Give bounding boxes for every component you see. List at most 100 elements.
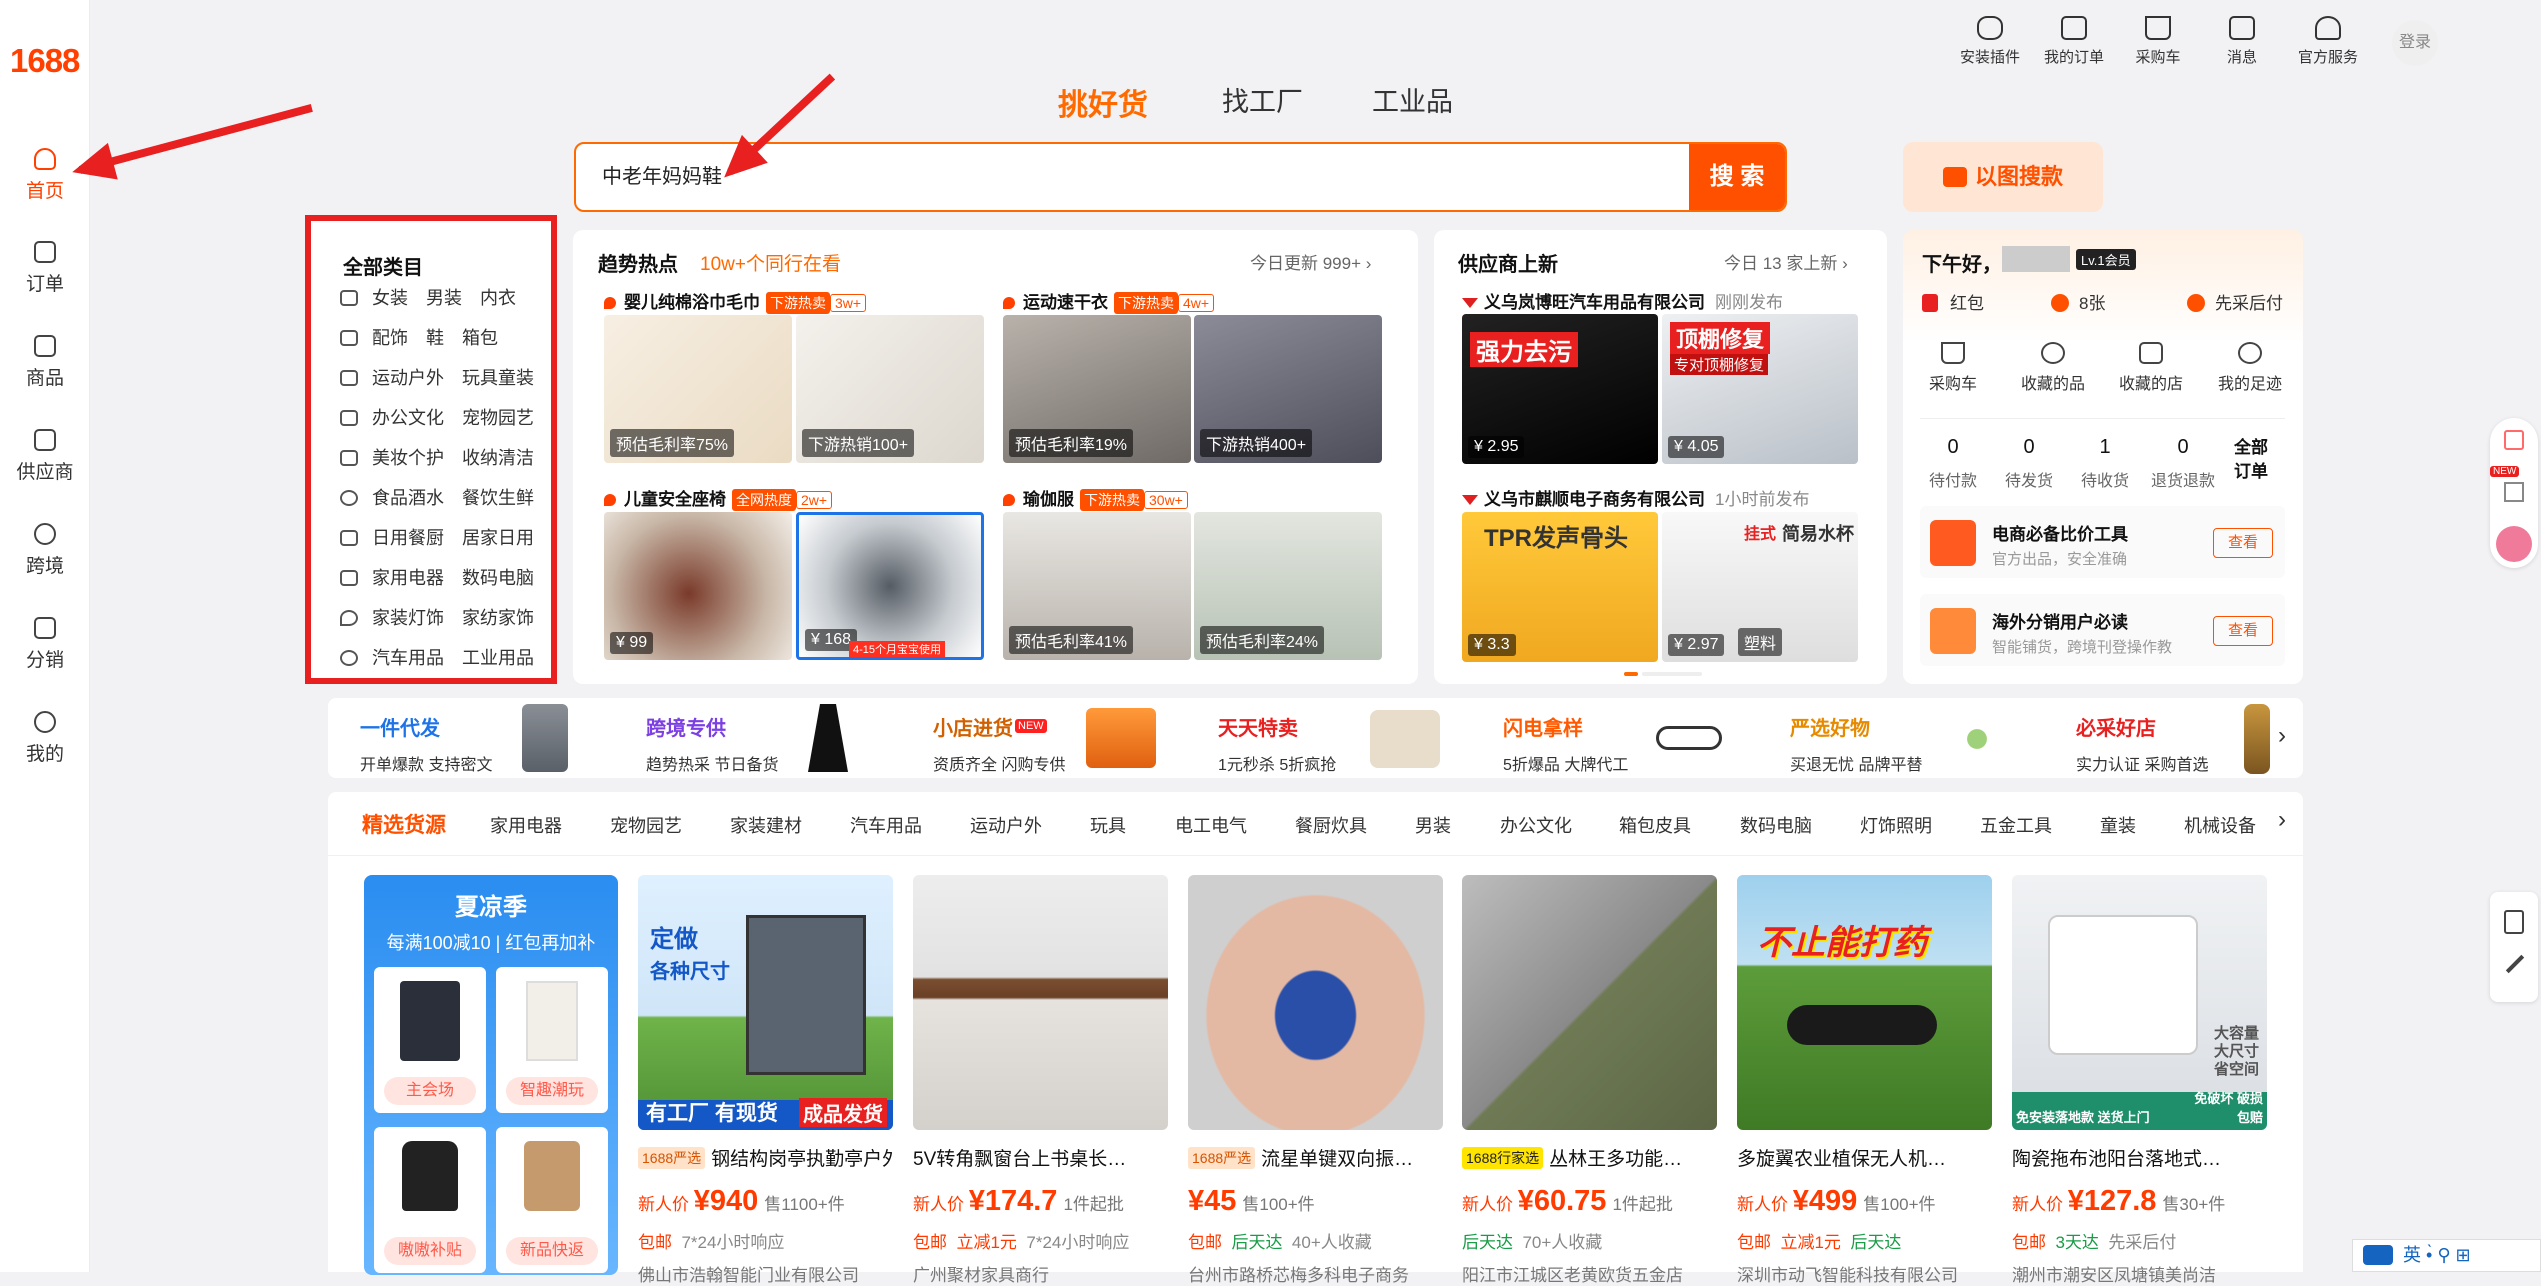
- cat-tab[interactable]: 办公文化: [1500, 812, 1572, 838]
- trending-update-link[interactable]: 今日更新 999+ ›: [1250, 249, 1371, 274]
- sidebar-item-orders[interactable]: 订单: [0, 241, 90, 296]
- promo-shop-restock[interactable]: 小店进货 NEW 资质齐全 闪购专供: [933, 712, 1065, 775]
- suppliers-more-link[interactable]: 今日 13 家上新 ›: [1724, 249, 1848, 274]
- sidebar-item-mine[interactable]: 我的: [0, 711, 90, 766]
- tab-industrial[interactable]: 工业品: [1372, 80, 1453, 119]
- summer-subcard[interactable]: 嗷嗷补贴: [374, 1127, 486, 1273]
- red-packet-link[interactable]: 红包: [1922, 289, 1984, 314]
- tab-pick-goods[interactable]: 挑好货: [1058, 80, 1148, 124]
- sidebar-item-suppliers[interactable]: 供应商: [0, 429, 90, 484]
- product-image[interactable]: TPR发声骨头 ¥ 3.3: [1462, 512, 1658, 662]
- messages-button[interactable]: 消息: [2202, 16, 2282, 67]
- cat-tab[interactable]: 电工电气: [1175, 812, 1247, 838]
- category-link[interactable]: 鞋: [426, 328, 444, 348]
- product-image[interactable]: 强力去污 ¥ 2.95: [1462, 314, 1658, 464]
- category-link[interactable]: 运动户外: [372, 368, 444, 388]
- promo-dropship[interactable]: 一件代发 开单爆款 支持密文: [360, 712, 492, 775]
- category-link[interactable]: 汽车用品: [372, 648, 444, 668]
- summer-subcard[interactable]: 智趣潮玩: [496, 967, 608, 1113]
- product-image[interactable]: 下游热销400+: [1194, 315, 1382, 463]
- product-image[interactable]: ¥ 99: [604, 512, 792, 660]
- image-search-button[interactable]: 以图搜款: [1903, 142, 2103, 212]
- carousel-indicator[interactable]: [1642, 672, 1702, 676]
- cat-tab[interactable]: 童装: [2100, 812, 2136, 838]
- cat-tab[interactable]: 汽车用品: [850, 812, 922, 838]
- summer-subcard[interactable]: 新品快返: [496, 1127, 608, 1273]
- category-link[interactable]: 箱包: [462, 328, 498, 348]
- product-card[interactable]: 大容量 大尺寸 省空间 免安装落地款 送货上门 免破坏 破损包赔 陶瓷拖布池阳台落地…: [2012, 875, 2267, 1286]
- trend-topic-name[interactable]: 儿童安全座椅 全网热度 2w+: [604, 485, 833, 511]
- sidebar-item-products[interactable]: 商品: [0, 335, 90, 390]
- promo-daily-deals[interactable]: 天天特卖 1元秒杀 5折疯抢: [1218, 712, 1336, 775]
- product-image[interactable]: ¥ 168 4-15个月宝宝使用: [796, 512, 984, 660]
- cat-tab[interactable]: 运动户外: [970, 812, 1042, 838]
- category-link[interactable]: 配饰: [372, 328, 408, 348]
- category-link[interactable]: 玩具童装: [462, 368, 534, 388]
- category-link[interactable]: 收纳清洁: [462, 448, 534, 468]
- supplier-name[interactable]: 义乌岚博旺汽车用品有限公司 刚刚发布: [1462, 288, 1783, 313]
- category-link[interactable]: 家装灯饰: [372, 608, 444, 628]
- cart-button[interactable]: 采购车: [2118, 16, 2198, 67]
- supplier-name[interactable]: 义乌市麒顺电子商务有限公司 1小时前发布: [1462, 485, 1809, 510]
- summer-subcard[interactable]: 主会场: [374, 967, 486, 1113]
- promo-fast-sample[interactable]: 闪电拿样 5折爆品 大牌代工: [1503, 712, 1628, 775]
- category-link[interactable]: 餐饮生鲜: [462, 488, 534, 508]
- category-link[interactable]: 家用电器: [372, 568, 444, 588]
- category-link[interactable]: 数码电脑: [462, 568, 534, 588]
- cat-tab[interactable]: 家用电器: [490, 812, 562, 838]
- product-image[interactable]: 顶棚修复 专对顶棚修复 ¥ 4.05: [1662, 314, 1858, 464]
- product-image[interactable]: 预估毛利率75%: [604, 315, 792, 463]
- cat-tab[interactable]: 精选货源: [362, 809, 446, 839]
- cat-tab[interactable]: 餐厨炊具: [1295, 812, 1367, 838]
- category-link[interactable]: 办公文化: [372, 408, 444, 428]
- site-logo[interactable]: 1688: [10, 42, 80, 80]
- category-link[interactable]: 居家日用: [462, 528, 534, 548]
- product-card[interactable]: 1688严选 流星单键双向振… ¥45 售100+件 包邮 后天达 40+人收藏 台…: [1188, 875, 1443, 1286]
- overseas-guide-tool[interactable]: 海外分销用户必读 智能铺货，跨境刊登操作教 查看: [1920, 594, 2285, 666]
- fav-products-link[interactable]: 收藏的品: [2015, 342, 2091, 394]
- search-button[interactable]: 搜 索: [1689, 144, 1785, 210]
- trend-topic-name[interactable]: 婴儿纯棉浴巾毛巾 下游热卖 3w+: [604, 288, 867, 314]
- category-link[interactable]: 内衣: [480, 288, 516, 308]
- view-button[interactable]: 查看: [2213, 616, 2273, 646]
- product-card[interactable]: 定做 各种尺寸 有工厂 有现货 成品发货 1688严选钢结构岗亭执勤亭户外… 新…: [638, 875, 893, 1286]
- official-service-button[interactable]: 官方服务: [2288, 16, 2368, 67]
- promo-top-shops[interactable]: 必采好店 实力认证 采购首选: [2076, 712, 2208, 775]
- product-card[interactable]: 1688行家选 丛林王多功能… 新人价 ¥60.75 1件起批 后天达 70+人收藏…: [1462, 875, 1717, 1286]
- cat-tab[interactable]: 箱包皮具: [1619, 812, 1691, 838]
- view-button[interactable]: 查看: [2213, 528, 2273, 558]
- chevron-right-icon[interactable]: ›: [2278, 806, 2286, 834]
- order-pending-shipment[interactable]: 0 待发货: [1994, 436, 2064, 491]
- category-link[interactable]: 家纺家饰: [462, 608, 534, 628]
- edit-icon[interactable]: [2505, 954, 2525, 974]
- sidebar-item-crossborder[interactable]: 跨境: [0, 523, 90, 578]
- footprint-link[interactable]: 我的足迹: [2212, 342, 2288, 394]
- product-image[interactable]: 预估毛利率19%: [1003, 315, 1191, 463]
- category-link[interactable]: 女装: [372, 288, 408, 308]
- cat-tab[interactable]: 玩具: [1090, 812, 1126, 838]
- product-image[interactable]: 挂式 简易水杯 ¥ 2.97 塑料: [1662, 512, 1858, 662]
- cat-tab[interactable]: 灯饰照明: [1860, 812, 1932, 838]
- assistant-avatar-icon[interactable]: [2496, 526, 2532, 562]
- category-link[interactable]: 食品酒水: [372, 488, 444, 508]
- category-link[interactable]: 日用餐厨: [372, 528, 444, 548]
- gift-icon[interactable]: [2504, 430, 2524, 450]
- product-card[interactable]: 不止能打药 多旋翼农业植保无人机… 新人价 ¥499 售100+件 包邮 立减1元…: [1737, 875, 1992, 1286]
- order-pending-receipt[interactable]: 1 待收货: [2070, 436, 2140, 491]
- tab-find-factory[interactable]: 找工厂: [1222, 80, 1303, 119]
- install-plugin-button[interactable]: 安装插件: [1950, 16, 2030, 67]
- promo-crossborder[interactable]: 跨境专供 趋势热采 节日备货: [646, 712, 778, 775]
- chevron-right-icon[interactable]: ›: [2278, 722, 2286, 750]
- category-link[interactable]: 工业用品: [462, 648, 534, 668]
- category-link[interactable]: 美妆个护: [372, 448, 444, 468]
- trend-topic-name[interactable]: 运动速干衣 下游热卖 4w+: [1003, 288, 1215, 314]
- category-link[interactable]: 宠物园艺: [462, 408, 534, 428]
- cat-tab[interactable]: 宠物园艺: [610, 812, 682, 838]
- order-refund[interactable]: 0 退货退款: [2148, 436, 2218, 491]
- document-icon[interactable]: [2504, 910, 2524, 934]
- pay-later-link[interactable]: 先采后付: [2187, 289, 2283, 314]
- product-image[interactable]: 下游热销100+: [796, 315, 984, 463]
- product-image[interactable]: 预估毛利率24%: [1194, 512, 1382, 660]
- summer-promo-card[interactable]: 夏凉季 每满100减10 | 红包再加补 主会场 智趣潮玩 嗷嗷补贴 新品快返: [364, 875, 618, 1275]
- cat-tab[interactable]: 五金工具: [1980, 812, 2052, 838]
